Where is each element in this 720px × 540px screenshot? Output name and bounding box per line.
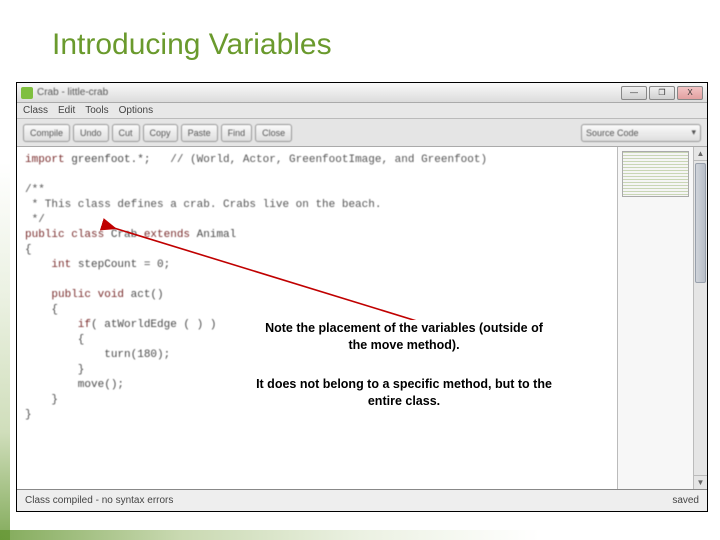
code-token: int — [25, 259, 71, 271]
code-token: act() — [124, 289, 164, 301]
scroll-thumb[interactable] — [695, 163, 706, 283]
compile-button[interactable]: Compile — [23, 124, 70, 142]
status-message: Class compiled - no syntax errors — [25, 495, 173, 506]
code-token: greenfoot.*; — [65, 154, 171, 166]
code-line: * This class defines a crab. Crabs live … — [25, 199, 381, 211]
cut-button[interactable]: Cut — [112, 124, 140, 142]
view-select[interactable]: Source Code ▾ — [581, 124, 701, 142]
maximize-button[interactable]: ❐ — [649, 86, 675, 100]
copy-button[interactable]: Copy — [143, 124, 178, 142]
status-bar: Class compiled - no syntax errors saved — [17, 489, 707, 511]
code-line: turn(180); — [25, 349, 170, 361]
scroll-up-icon[interactable]: ▲ — [694, 147, 707, 161]
menu-edit[interactable]: Edit — [58, 105, 75, 116]
vertical-scrollbar[interactable]: ▲ ▼ — [693, 147, 707, 489]
code-line: } — [25, 409, 32, 421]
code-area[interactable]: import greenfoot.*; // (World, Actor, Gr… — [17, 147, 617, 489]
code-minimap[interactable] — [617, 147, 693, 489]
menu-bar: Class Edit Tools Options — [17, 103, 707, 119]
find-button[interactable]: Find — [221, 124, 253, 142]
code-line: move(); — [25, 379, 124, 391]
code-token: Crab — [104, 229, 144, 241]
code-line: { — [25, 244, 32, 256]
annotation-note-1: Note the placement of the variables (out… — [256, 320, 552, 354]
menu-tools[interactable]: Tools — [85, 105, 108, 116]
undo-button[interactable]: Undo — [73, 124, 109, 142]
code-line: */ — [25, 214, 45, 226]
slide-accent-bottom — [0, 530, 720, 540]
slide-title: Introducing Variables — [52, 28, 332, 62]
code-line: /** — [25, 184, 45, 196]
close-button[interactable]: X — [677, 86, 703, 100]
close-editor-button[interactable]: Close — [255, 124, 292, 142]
code-token: public class — [25, 229, 104, 241]
view-select-label: Source Code — [586, 128, 639, 138]
paste-button[interactable]: Paste — [181, 124, 218, 142]
code-token: ( atWorldEdge ( ) ) — [91, 319, 216, 331]
code-token: stepCount = 0; — [71, 259, 170, 271]
minimap-viewport — [622, 151, 689, 197]
status-saved: saved — [672, 495, 699, 506]
code-token: Animal — [190, 229, 236, 241]
toolbar: Compile Undo Cut Copy Paste Find Close S… — [17, 119, 707, 147]
slide-accent-left — [0, 0, 10, 540]
window-title-bar: Crab - little-crab — ❐ X — [17, 83, 707, 103]
menu-options[interactable]: Options — [119, 105, 153, 116]
code-line: } — [25, 394, 58, 406]
app-icon — [21, 87, 33, 99]
editor-body: import greenfoot.*; // (World, Actor, Gr… — [17, 147, 707, 489]
editor-window: Crab - little-crab — ❐ X Class Edit Tool… — [16, 82, 708, 512]
code-token: // (World, Actor, GreenfootImage, and Gr… — [170, 154, 487, 166]
minimize-button[interactable]: — — [621, 86, 647, 100]
code-line: { — [25, 334, 84, 346]
code-line: } — [25, 364, 84, 376]
window-controls: — ❐ X — [621, 86, 703, 100]
code-token: import — [25, 154, 65, 166]
code-line: { — [25, 304, 58, 316]
code-token: extends — [144, 229, 190, 241]
code-token: if — [25, 319, 91, 331]
chevron-down-icon: ▾ — [691, 127, 696, 138]
menu-class[interactable]: Class — [23, 105, 48, 116]
window-title: Crab - little-crab — [37, 87, 621, 98]
code-token: public void — [25, 289, 124, 301]
scroll-down-icon[interactable]: ▼ — [694, 475, 707, 489]
annotation-note-2: It does not belong to a specific method,… — [256, 376, 552, 410]
